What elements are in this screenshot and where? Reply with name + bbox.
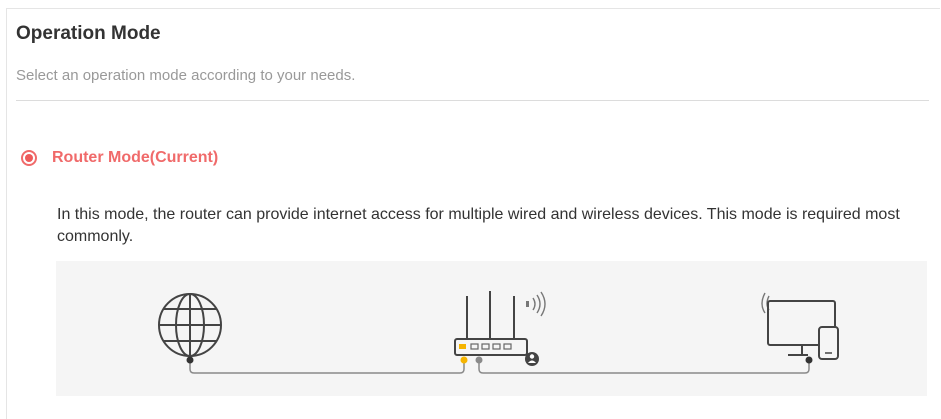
operation-mode-panel: Operation Mode Select an operation mode … — [6, 8, 940, 419]
router-mode-radio[interactable] — [21, 150, 37, 166]
diagram-svg — [158, 291, 839, 374]
internet-to-router-line — [189, 360, 465, 374]
router-mode-diagram — [56, 261, 927, 396]
header-divider — [16, 100, 929, 101]
globe-connection-dot — [186, 356, 194, 364]
device-connection-dot — [805, 356, 813, 364]
router-user-badge — [525, 352, 539, 366]
router-wan-dot — [460, 356, 468, 364]
radio-selected-dot — [25, 154, 33, 162]
router-mode-label[interactable]: Router Mode(Current) — [52, 149, 218, 167]
phone-icon — [818, 326, 839, 360]
router-lan-dot — [475, 356, 483, 364]
page-subtitle: Select an operation mode according to yo… — [16, 67, 356, 84]
router-mode-description: In this mode, the router can provide int… — [57, 206, 900, 245]
connection-lines — [189, 360, 810, 374]
wifi-signal-icon — [526, 291, 546, 317]
globe-icon — [158, 293, 222, 357]
page-title: Operation Mode — [16, 23, 161, 44]
router-mode-option[interactable]: Router Mode(Current) — [21, 149, 218, 167]
router-wan-port — [459, 344, 466, 349]
